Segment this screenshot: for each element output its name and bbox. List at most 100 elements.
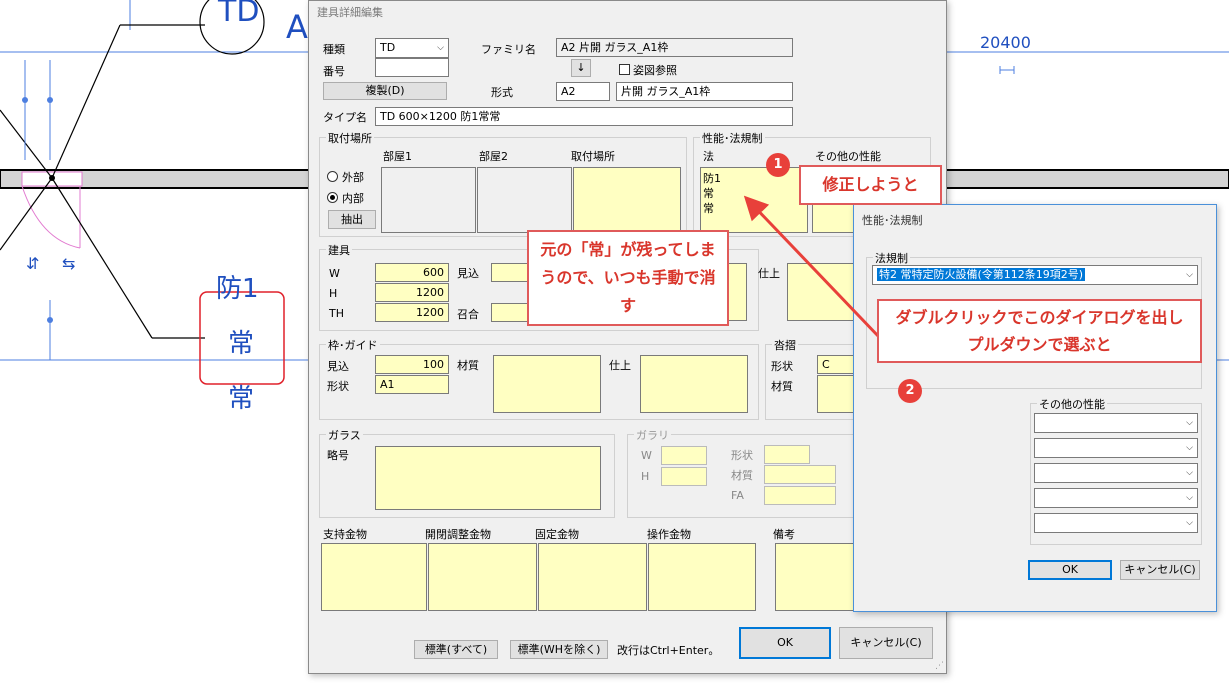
form-label: 形式 xyxy=(491,86,513,99)
cad-flip-icon: ⇆ xyxy=(62,254,76,273)
kind-label: 種類 xyxy=(323,43,345,56)
threshold-shape-field[interactable]: C xyxy=(817,355,855,374)
sub-ok-button[interactable]: OK xyxy=(1028,560,1112,580)
kind-select[interactable]: TD ⌵ xyxy=(375,38,449,58)
threshold-material-box[interactable] xyxy=(817,375,855,413)
notes-label: 備考 xyxy=(773,528,795,541)
glass-group-title: ガラス xyxy=(326,427,363,443)
kind-select-value: TD xyxy=(380,41,396,54)
number-label: 番号 xyxy=(323,65,345,78)
glass-code-box[interactable] xyxy=(375,446,601,510)
other-performance-label: その他の性能 xyxy=(815,150,881,163)
family-field[interactable]: A2 片開 ガラス_A1枠 xyxy=(556,38,793,57)
fixed-hardware-box[interactable] xyxy=(538,543,647,611)
performance-regulation-dialog: 性能･法規制 法規制 特2 常特定防火設備(令第112条19項2号) ⌵ その他… xyxy=(853,204,1217,612)
callout-double-click: ダブルクリックでこのダイアログを出しプルダウンで選ぶと xyxy=(877,299,1202,363)
louver-shape-field[interactable] xyxy=(764,445,810,464)
h-label: H xyxy=(329,287,338,300)
other-performance-select-5[interactable]: ⌵ xyxy=(1034,513,1198,533)
resize-grip-icon[interactable]: ⋰ xyxy=(935,661,944,671)
adjust-hardware-box[interactable] xyxy=(428,543,537,611)
louver-shape-label: 形状 xyxy=(731,449,753,462)
room1-header: 部屋1 xyxy=(383,150,412,163)
chevron-down-icon: ⌵ xyxy=(1186,270,1193,280)
performance-group-title: 性能･法規制 xyxy=(700,130,765,146)
frame-shape-field[interactable]: A1 xyxy=(375,375,449,394)
threshold-material-label: 材質 xyxy=(771,380,793,393)
inside-radio-label: 内部 xyxy=(342,192,364,205)
law-regulation-select[interactable]: 特2 常特定防火設備(令第112条19項2号) ⌵ xyxy=(872,265,1198,285)
family-label: ファミリ名 xyxy=(481,43,536,56)
frame-material-box[interactable] xyxy=(493,355,601,413)
elevation-checkbox[interactable] xyxy=(619,64,630,75)
number-field[interactable] xyxy=(375,58,449,77)
newline-hint: 改行はCtrl+Enter。 xyxy=(617,644,720,657)
inside-radio[interactable] xyxy=(327,192,338,203)
louver-material-label: 材質 xyxy=(731,469,753,482)
law-line-3: 常 xyxy=(703,202,714,215)
frame-finish-box[interactable] xyxy=(640,355,748,413)
room1-box[interactable] xyxy=(381,167,476,233)
dialog-title: 建具詳細編集 xyxy=(317,6,383,19)
extract-button[interactable]: 抽出 xyxy=(328,210,376,229)
callout-remains: 元の「常」が残ってしまうので、いつも手動で消す xyxy=(527,230,729,326)
law-line-2: 常 xyxy=(703,187,714,200)
chevron-down-icon: ⌵ xyxy=(1186,418,1193,428)
fitting-finish-label: 仕上 xyxy=(758,267,780,280)
copy-button[interactable]: 複製(D) xyxy=(323,82,447,100)
adjust-hardware-label: 開閉調整金物 xyxy=(425,528,491,541)
sub-cancel-button[interactable]: キャンセル(C) xyxy=(1120,560,1200,580)
arrow-down-button[interactable]: ↓ xyxy=(571,59,591,77)
louver-fa-field[interactable] xyxy=(764,486,836,505)
frame-shape-label: 形状 xyxy=(327,380,349,393)
law-label: 法 xyxy=(703,150,714,163)
other-performance-select-3[interactable]: ⌵ xyxy=(1034,463,1198,483)
notes-box[interactable] xyxy=(775,543,855,611)
frame-mikomi-label: 見込 xyxy=(327,360,349,373)
law-regulation-selected: 特2 常特定防火設備(令第112条19項2号) xyxy=(877,268,1086,281)
place-box[interactable] xyxy=(573,167,681,233)
fixed-hardware-label: 固定金物 xyxy=(535,528,579,541)
th-field[interactable]: 1200 xyxy=(375,303,449,322)
fitting-material-box[interactable] xyxy=(727,263,747,321)
type-name-label: タイプ名 xyxy=(323,111,367,124)
th-label: TH xyxy=(329,307,344,320)
louver-h-field[interactable] xyxy=(661,467,707,486)
form-code-field[interactable]: A2 xyxy=(556,82,610,101)
other-performance-select-1[interactable]: ⌵ xyxy=(1034,413,1198,433)
law-regulation-group-title: 法規制 xyxy=(873,250,910,266)
other-performance-select-2[interactable]: ⌵ xyxy=(1034,438,1198,458)
room2-box[interactable] xyxy=(477,167,572,233)
standard-all-button[interactable]: 標準(すべて) xyxy=(414,640,498,659)
cancel-button[interactable]: キャンセル(C) xyxy=(839,627,933,659)
frame-mikomi-field[interactable]: 100 xyxy=(375,355,449,374)
step-badge-2: 2 xyxy=(898,379,922,403)
chevron-down-icon: ⌵ xyxy=(1186,468,1193,478)
cad-swap-icon: ⇵ xyxy=(26,254,40,273)
other-performance-select-4[interactable]: ⌵ xyxy=(1034,488,1198,508)
law-box[interactable]: 防1 常 常 xyxy=(700,167,808,233)
outside-radio[interactable] xyxy=(327,171,338,182)
cad-tag-line1: 防1 xyxy=(216,274,259,304)
louver-group-title: ガラリ xyxy=(634,427,671,443)
type-name-field[interactable]: TD 600×1200 防1常常 xyxy=(375,107,793,126)
other-performance-group-title: その他の性能 xyxy=(1037,396,1107,412)
fitting-finish-box[interactable] xyxy=(787,263,857,321)
operate-hardware-box[interactable] xyxy=(648,543,756,611)
louver-material-field[interactable] xyxy=(764,465,836,484)
louver-h-label: H xyxy=(641,470,650,483)
louver-w-field[interactable] xyxy=(661,446,707,465)
support-hardware-box[interactable] xyxy=(321,543,427,611)
standard-except-wh-button[interactable]: 標準(WHを除く) xyxy=(510,640,608,659)
louver-w-label: W xyxy=(641,449,652,462)
fitting-group-title: 建具 xyxy=(326,242,352,258)
h-field[interactable]: 1200 xyxy=(375,283,449,302)
ok-button[interactable]: OK xyxy=(739,627,831,659)
callout-fix: 修正しようと xyxy=(799,165,942,205)
form-name-field[interactable]: 片開 ガラス_A1枠 xyxy=(616,82,793,101)
frame-finish-label: 仕上 xyxy=(609,359,631,372)
chevron-down-icon: ⌵ xyxy=(1186,443,1193,453)
law-line-1: 防1 xyxy=(703,172,721,185)
w-field[interactable]: 600 xyxy=(375,263,449,282)
chevron-down-icon: ⌵ xyxy=(1186,518,1193,528)
